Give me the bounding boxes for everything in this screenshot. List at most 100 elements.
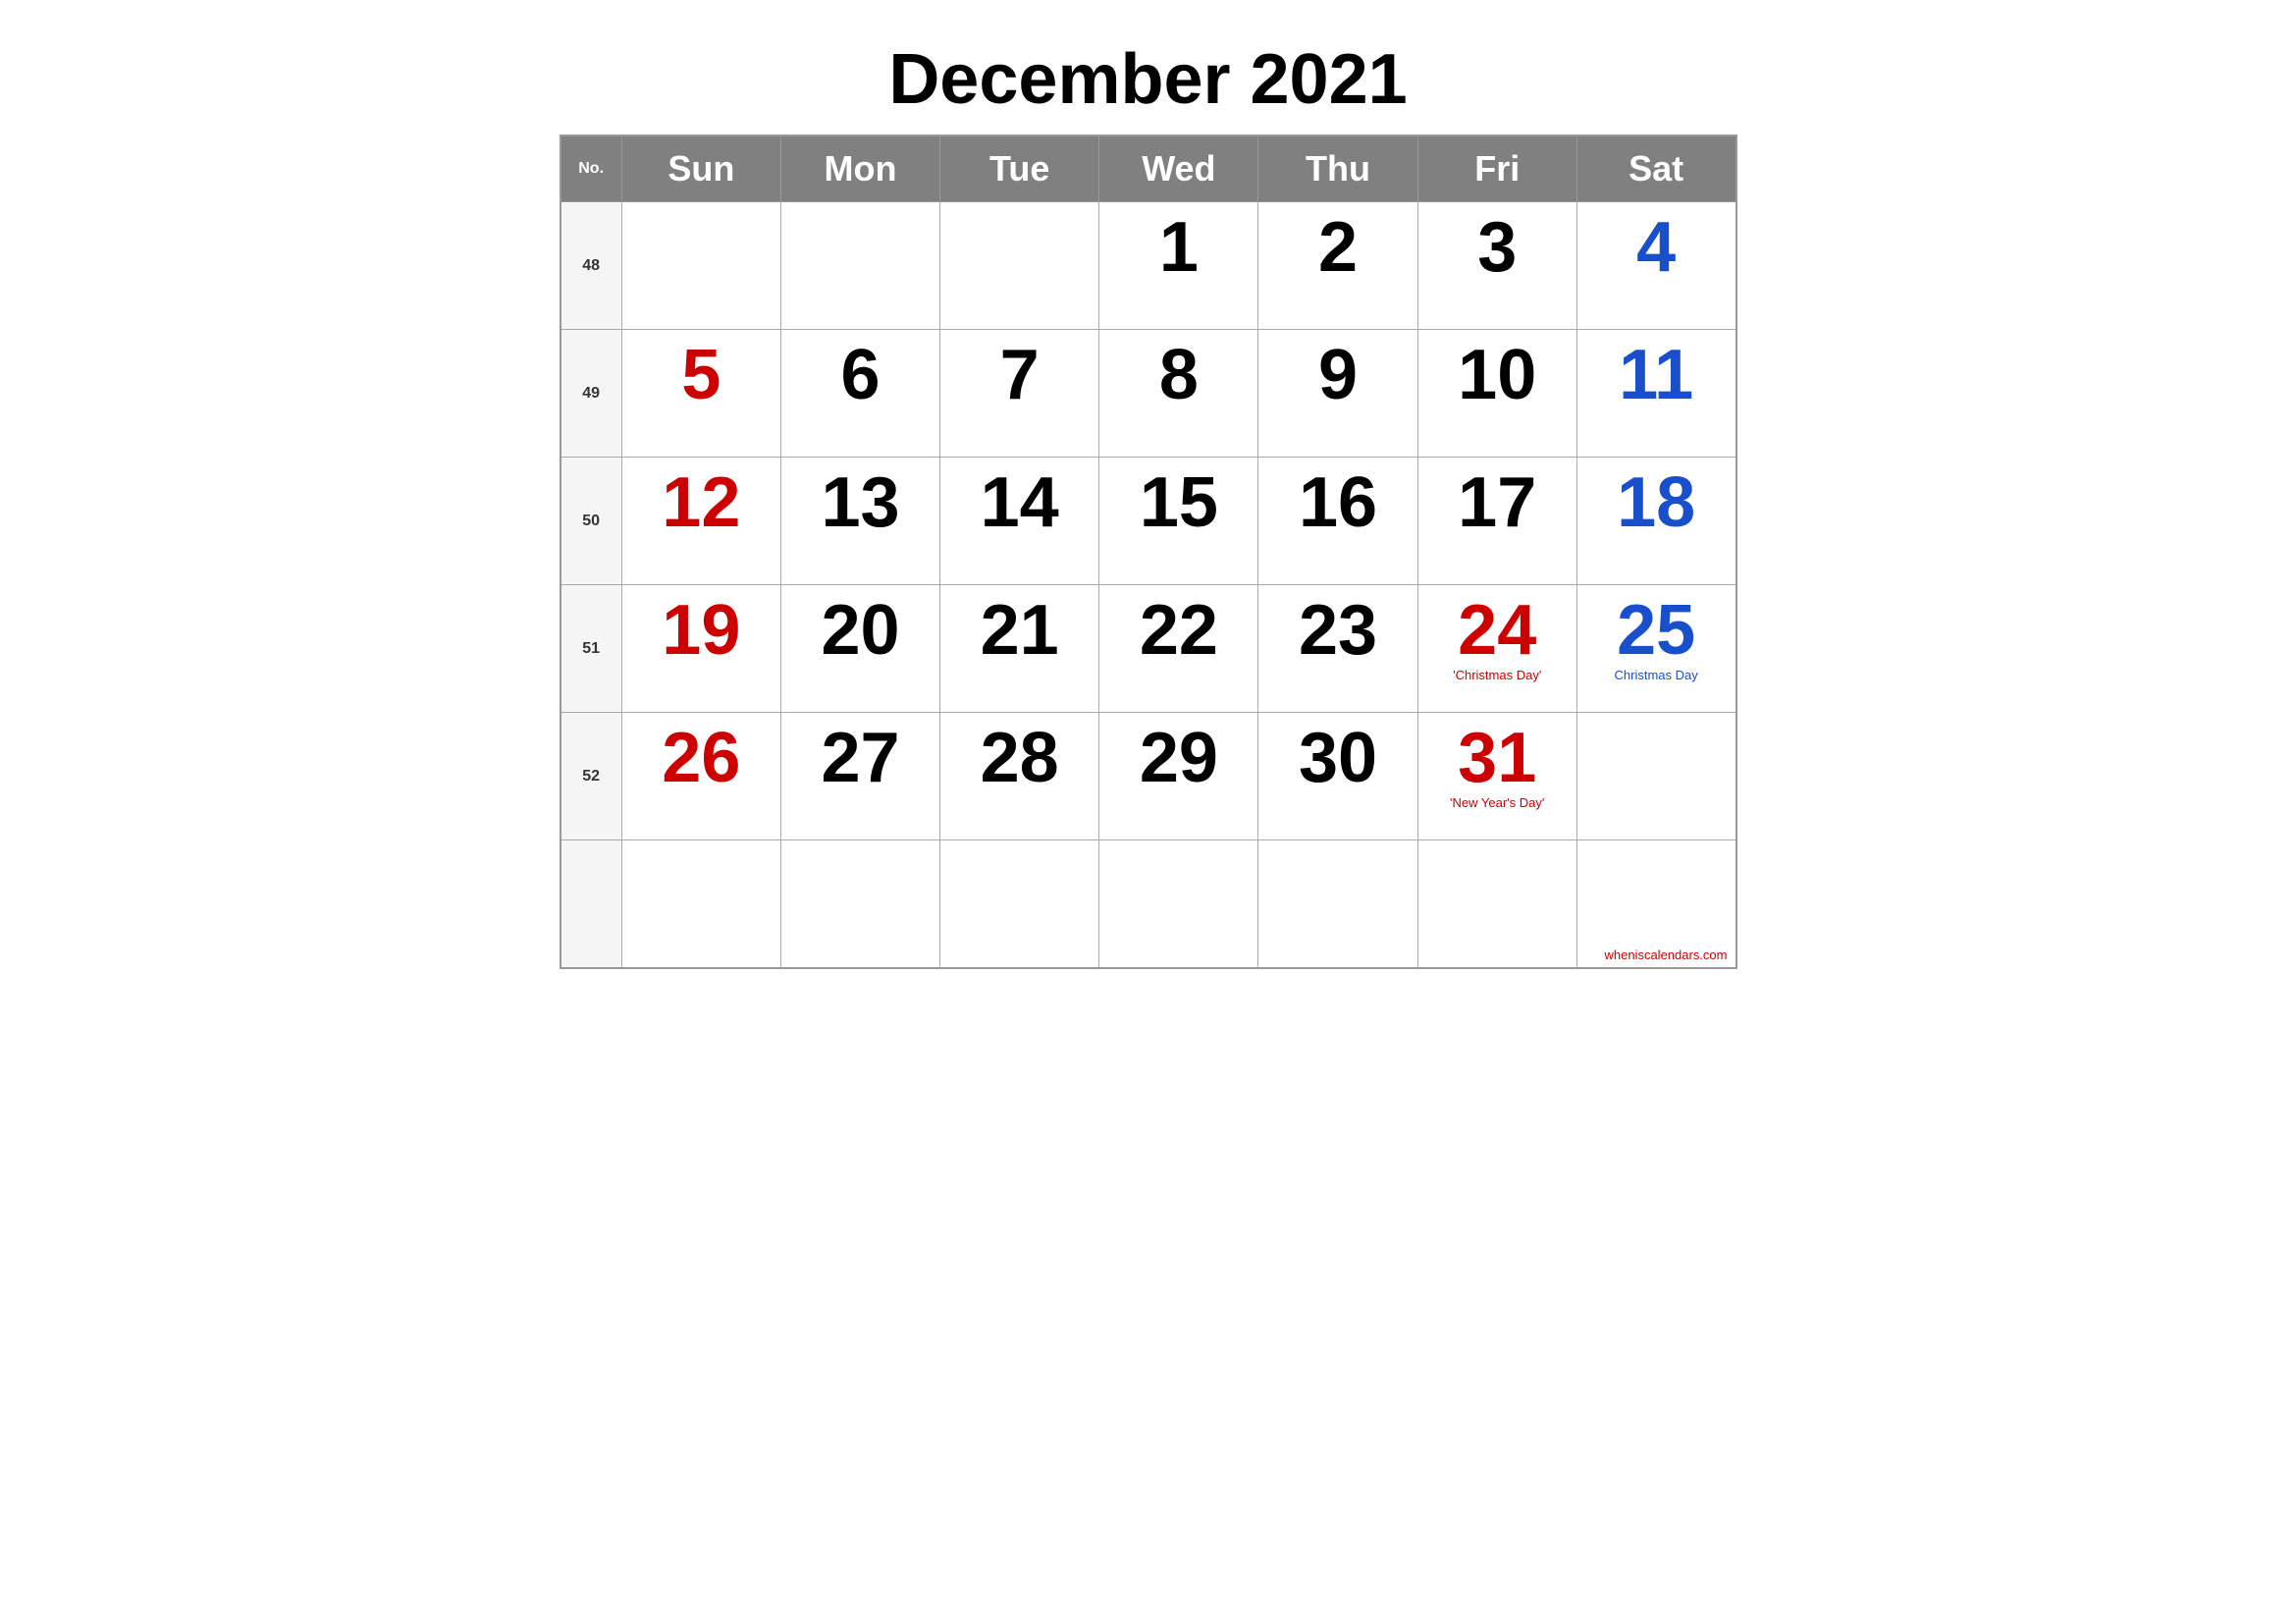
header-no: No. (561, 135, 622, 202)
day-number: 9 (1266, 340, 1409, 410)
day-number: 10 (1426, 340, 1569, 410)
calendar-day (780, 840, 939, 968)
calendar-day: 15 (1099, 458, 1258, 585)
calendar-day (780, 202, 939, 330)
week-number: 50 (561, 458, 622, 585)
header-row: No. Sun Mon Tue Wed Thu Fri Sat (561, 135, 1736, 202)
calendar-title: December 2021 (560, 20, 1737, 135)
header-sat: Sat (1576, 135, 1735, 202)
calendar-day: 17 (1417, 458, 1576, 585)
day-number: 11 (1585, 340, 1728, 410)
week-number: 51 (561, 585, 622, 713)
day-number: 1 (1107, 212, 1250, 283)
calendar-day: 27 (780, 713, 939, 840)
day-number: 6 (789, 340, 932, 410)
week-row: 49567891011 (561, 330, 1736, 458)
day-number: 12 (630, 467, 773, 538)
calendar-day: 3 (1417, 202, 1576, 330)
calendar-day: 12 (621, 458, 780, 585)
week-number: 49 (561, 330, 622, 458)
week-row: wheniscalendars.com (561, 840, 1736, 968)
calendar-day (940, 840, 1099, 968)
week-number (561, 840, 622, 968)
day-number: 7 (948, 340, 1091, 410)
calendar-day (621, 202, 780, 330)
day-number: 16 (1266, 467, 1409, 538)
day-number: 23 (1266, 595, 1409, 666)
calendar-day: 6 (780, 330, 939, 458)
day-number: 29 (1107, 723, 1250, 793)
calendar-day: 30 (1258, 713, 1417, 840)
holiday-label: 'New Year's Day' (1426, 795, 1569, 810)
calendar-day: 13 (780, 458, 939, 585)
calendar-day: 25 Christmas Day (1576, 585, 1735, 713)
week-number: 48 (561, 202, 622, 330)
day-number: 2 (1266, 212, 1409, 283)
calendar-day: 26 (621, 713, 780, 840)
calendar-day: 14 (940, 458, 1099, 585)
calendar-day: 1 (1099, 202, 1258, 330)
calendar-day (621, 840, 780, 968)
calendar-day: 31 'New Year's Day' (1417, 713, 1576, 840)
day-number: 8 (1107, 340, 1250, 410)
day-number: 31 (1426, 723, 1569, 793)
header-sun: Sun (621, 135, 780, 202)
week-row: 48 1234 (561, 202, 1736, 330)
header-tue: Tue (940, 135, 1099, 202)
calendar-day (1417, 840, 1576, 968)
calendar-day (940, 202, 1099, 330)
calendar-day: 8 (1099, 330, 1258, 458)
calendar-day: 16 (1258, 458, 1417, 585)
week-row: 51192021222324 'Christmas Day' 25 Christmas… (561, 585, 1736, 713)
day-number: 19 (630, 595, 773, 666)
calendar-day: 19 (621, 585, 780, 713)
calendar-day (1258, 840, 1417, 968)
day-number: 22 (1107, 595, 1250, 666)
calendar-day: wheniscalendars.com (1576, 840, 1735, 968)
week-row: 52262728293031 'New Year's Day' (561, 713, 1736, 840)
week-number: 52 (561, 713, 622, 840)
calendar-table: No. Sun Mon Tue Wed Thu Fri Sat 48123449… (560, 135, 1737, 969)
calendar-day (1099, 840, 1258, 968)
calendar-day: 5 (621, 330, 780, 458)
day-number: 27 (789, 723, 932, 793)
day-number: 28 (948, 723, 1091, 793)
day-number: 13 (789, 467, 932, 538)
holiday-label: Christmas Day (1585, 668, 1728, 682)
day-number: 25 (1585, 595, 1728, 666)
day-number: 17 (1426, 467, 1569, 538)
day-number: 15 (1107, 467, 1250, 538)
day-number: 24 (1426, 595, 1569, 666)
day-number: 26 (630, 723, 773, 793)
calendar-day: 4 (1576, 202, 1735, 330)
day-number: 4 (1585, 212, 1728, 283)
calendar-day: 22 (1099, 585, 1258, 713)
calendar-day: 24 'Christmas Day' (1417, 585, 1576, 713)
holiday-label: 'Christmas Day' (1426, 668, 1569, 682)
header-fri: Fri (1417, 135, 1576, 202)
calendar-container: December 2021 No. Sun Mon Tue Wed Thu Fr… (560, 20, 1737, 969)
calendar-day: 23 (1258, 585, 1417, 713)
day-number: 20 (789, 595, 932, 666)
watermark-text: wheniscalendars.com (1604, 947, 1727, 962)
calendar-day: 28 (940, 713, 1099, 840)
day-number: 3 (1426, 212, 1569, 283)
day-number: 14 (948, 467, 1091, 538)
calendar-day: 11 (1576, 330, 1735, 458)
day-number: 30 (1266, 723, 1409, 793)
week-row: 5012131415161718 (561, 458, 1736, 585)
header-wed: Wed (1099, 135, 1258, 202)
calendar-day: 21 (940, 585, 1099, 713)
day-number: 5 (630, 340, 773, 410)
calendar-day: 18 (1576, 458, 1735, 585)
day-number: 18 (1585, 467, 1728, 538)
calendar-day: 29 (1099, 713, 1258, 840)
calendar-day (1576, 713, 1735, 840)
calendar-day: 7 (940, 330, 1099, 458)
calendar-day: 2 (1258, 202, 1417, 330)
header-thu: Thu (1258, 135, 1417, 202)
calendar-day: 9 (1258, 330, 1417, 458)
calendar-day: 10 (1417, 330, 1576, 458)
calendar-day: 20 (780, 585, 939, 713)
header-mon: Mon (780, 135, 939, 202)
